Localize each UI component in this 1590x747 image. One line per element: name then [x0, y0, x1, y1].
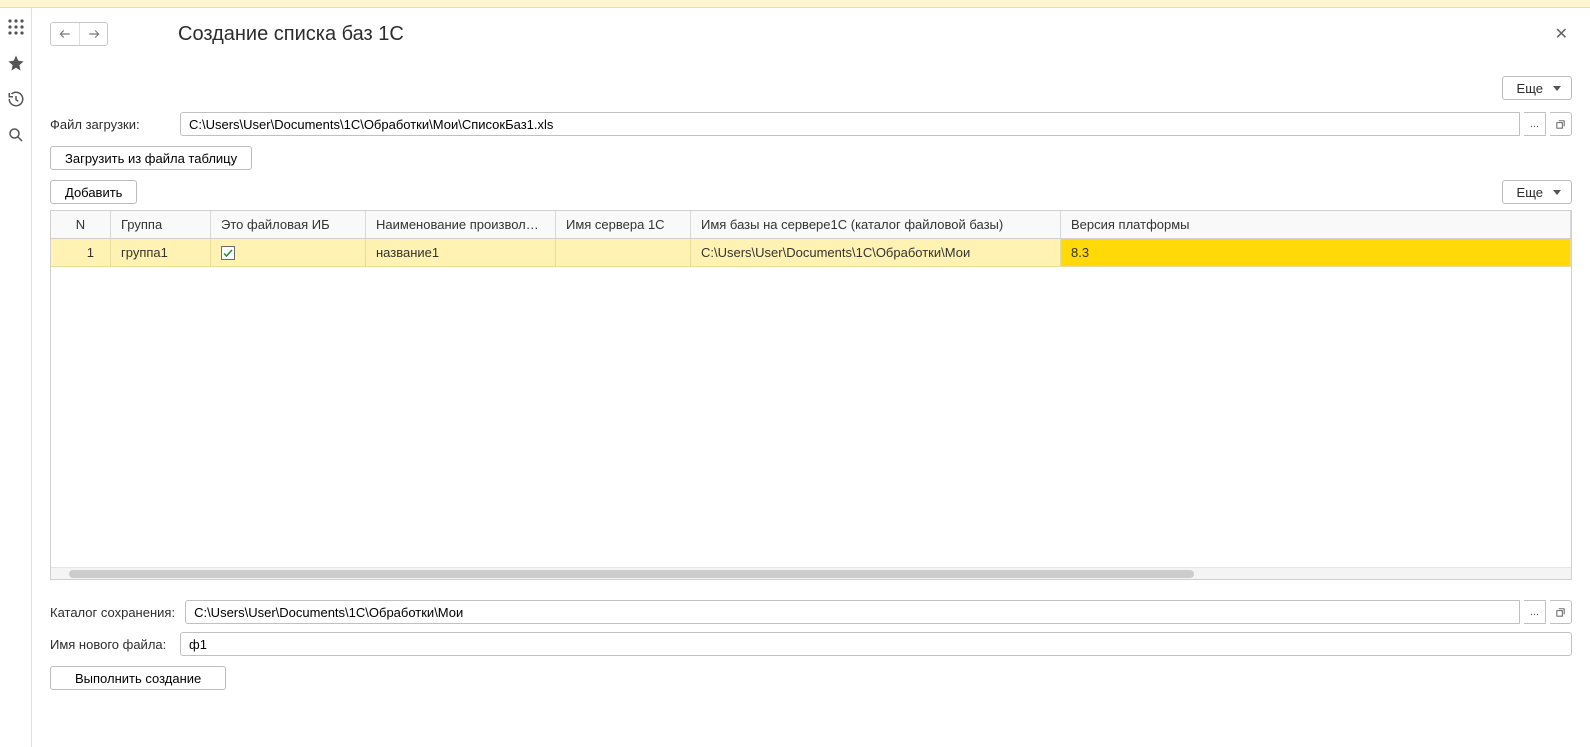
scrollbar-thumb[interactable]: [69, 570, 1194, 578]
more-button-table[interactable]: Еще: [1502, 180, 1572, 204]
col-platform[interactable]: Версия платформы: [1061, 211, 1571, 239]
upload-file-label: Файл загрузки:: [50, 117, 176, 132]
cell-is-file[interactable]: [211, 239, 366, 267]
col-group[interactable]: Группа: [111, 211, 211, 239]
new-file-input[interactable]: [180, 632, 1572, 656]
checkbox-checked-icon: [221, 246, 235, 260]
col-n[interactable]: N: [51, 211, 111, 239]
chevron-down-icon: [1553, 86, 1561, 91]
execute-button[interactable]: Выполнить создание: [50, 666, 226, 690]
cell-db[interactable]: C:\Users\User\Documents\1C\Обработки\Мои: [691, 239, 1061, 267]
load-from-file-button[interactable]: Загрузить из файла таблицу: [50, 146, 252, 170]
table-header: N Группа Это файловая ИБ Наименование пр…: [51, 211, 1571, 239]
left-rail: [0, 8, 32, 747]
cell-platform[interactable]: 8.3: [1061, 239, 1571, 267]
page-title: Создание списка баз 1С: [178, 23, 1551, 46]
notification-banner: [0, 0, 1590, 8]
open-external-icon[interactable]: [1550, 112, 1572, 136]
browse-button[interactable]: ...: [1524, 600, 1546, 624]
open-external-icon[interactable]: [1550, 600, 1572, 624]
horizontal-scrollbar[interactable]: [51, 567, 1571, 579]
more-button-top[interactable]: Еще: [1502, 76, 1572, 100]
more-button-label: Еще: [1517, 81, 1543, 96]
col-name[interactable]: Наименование произвольн...: [366, 211, 556, 239]
save-dir-input[interactable]: [185, 600, 1520, 624]
save-dir-label: Каталог сохранения:: [50, 605, 181, 620]
add-button[interactable]: Добавить: [50, 180, 137, 204]
cell-name[interactable]: название1: [366, 239, 556, 267]
nav-back-button[interactable]: [51, 23, 79, 45]
browse-button[interactable]: ...: [1524, 112, 1546, 136]
star-icon[interactable]: [7, 54, 25, 72]
chevron-down-icon: [1553, 190, 1561, 195]
upload-file-input[interactable]: [180, 112, 1520, 136]
col-is-file[interactable]: Это файловая ИБ: [211, 211, 366, 239]
cell-group[interactable]: группа1: [111, 239, 211, 267]
close-button[interactable]: ✕: [1551, 20, 1572, 48]
cell-n[interactable]: 1: [51, 239, 111, 267]
more-button-label: Еще: [1517, 185, 1543, 200]
data-table: N Группа Это файловая ИБ Наименование пр…: [50, 210, 1572, 580]
cell-server[interactable]: [556, 239, 691, 267]
nav-buttons: [50, 22, 108, 46]
table-row[interactable]: 1 группа1 название1 C:\Users\User\Docume…: [51, 239, 1571, 267]
col-db[interactable]: Имя базы на сервере1С (каталог файловой …: [691, 211, 1061, 239]
apps-icon[interactable]: [7, 18, 25, 36]
nav-forward-button[interactable]: [79, 23, 107, 45]
history-icon[interactable]: [7, 90, 25, 108]
search-icon[interactable]: [7, 126, 25, 144]
new-file-label: Имя нового файла:: [50, 637, 176, 652]
col-server[interactable]: Имя сервера 1С: [556, 211, 691, 239]
